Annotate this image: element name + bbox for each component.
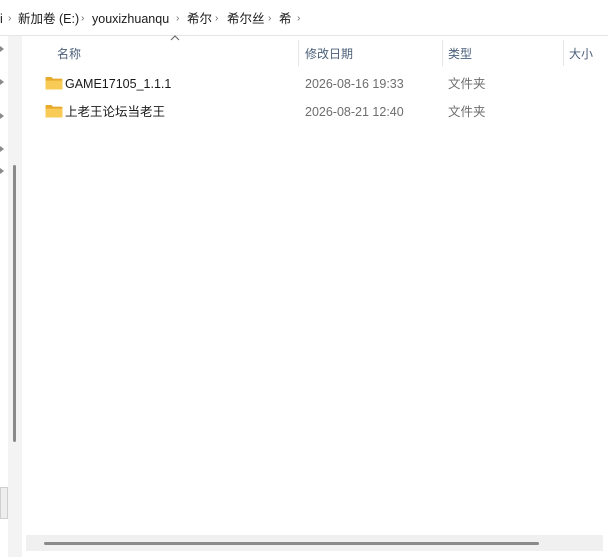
list-item[interactable]: GAME17105_1.1.1 2026-08-16 19:33 文件夹 [40,72,600,96]
address-bar[interactable]: i › 新加卷 (E:) › youxizhuanqu › 希尔 › 希尔丝 ›… [0,0,608,36]
sort-ascending-icon [170,35,180,41]
window-edge [603,36,608,557]
file-type: 文件夹 [448,105,486,119]
breadcrumb-item-drive[interactable]: 新加卷 (E:) [18,11,79,27]
expand-arrow-icon[interactable] [0,168,4,174]
file-name[interactable]: GAME17105_1.1.1 [65,76,171,92]
file-date: 2026-08-16 19:33 [305,77,404,91]
folder-icon [45,105,63,118]
column-header-name[interactable]: 名称 [57,46,81,62]
expand-arrow-icon[interactable] [0,79,4,85]
breadcrumb-separator: › [215,13,219,24]
breadcrumb-item-root[interactable]: i [0,11,3,27]
navigation-pane [0,36,8,557]
navigation-item-selected[interactable] [0,487,8,519]
column-divider[interactable] [298,40,299,66]
breadcrumb-separator: › [8,13,12,24]
expand-arrow-icon[interactable] [0,46,4,52]
breadcrumb-separator: › [81,13,85,24]
column-header-date[interactable]: 修改日期 [305,46,353,62]
expand-arrow-icon[interactable] [0,113,4,119]
list-item[interactable]: 上老王论坛当老王 2026-08-21 12:40 文件夹 [40,100,600,124]
file-date: 2026-08-21 12:40 [305,105,404,119]
file-type: 文件夹 [448,77,486,91]
breadcrumb-item-xiersi[interactable]: 希尔丝 [227,11,265,27]
file-name[interactable]: 上老王论坛当老王 [65,104,165,120]
breadcrumb-separator: › [297,13,301,24]
breadcrumb-item-youxizhuanqu[interactable]: youxizhuanqu [92,11,169,27]
breadcrumb-item-xier[interactable]: 希尔 [187,11,212,27]
column-header-size[interactable]: 大小 [569,46,593,62]
folder-icon [45,77,63,90]
breadcrumb-separator: › [268,13,272,24]
column-divider[interactable] [442,40,443,66]
column-divider[interactable] [563,40,564,66]
breadcrumb-separator: › [176,13,180,24]
navigation-scrollbar-thumb[interactable] [13,165,16,442]
horizontal-scrollbar-thumb[interactable] [44,542,539,545]
breadcrumb-item-current[interactable]: 希 [279,11,292,27]
expand-arrow-icon[interactable] [0,146,4,152]
column-header-type[interactable]: 类型 [448,46,472,62]
